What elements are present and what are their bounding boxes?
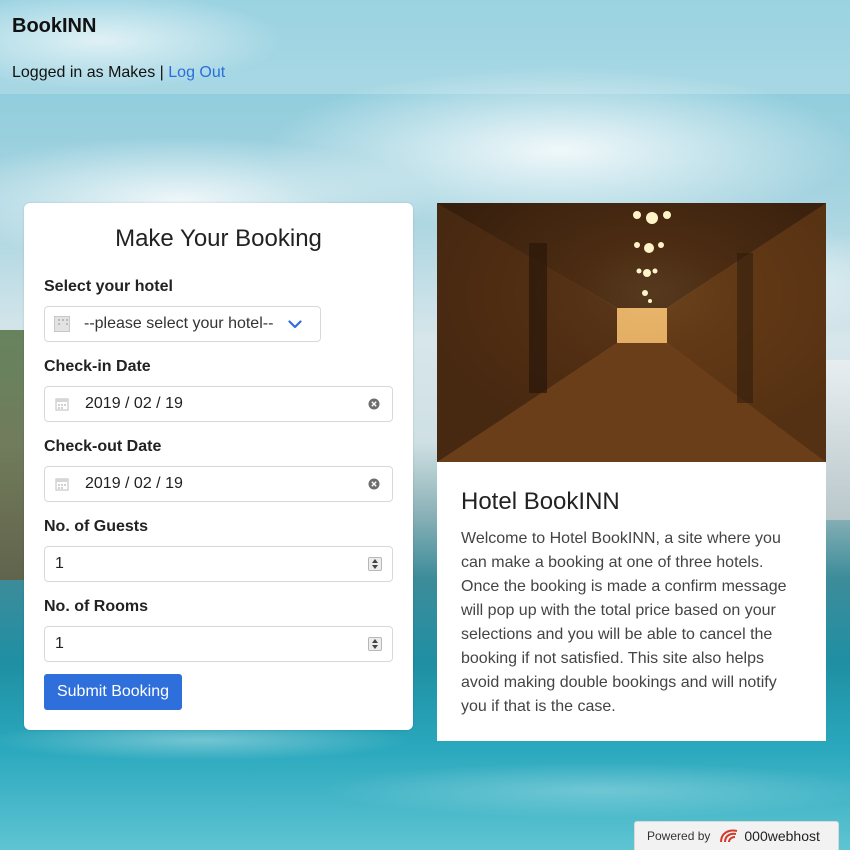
chevron-down-icon bbox=[288, 319, 306, 329]
calendar-icon bbox=[55, 398, 69, 411]
guests-value: 1 bbox=[55, 555, 64, 572]
guests-label: No. of Guests bbox=[44, 518, 149, 535]
powered-by-badge[interactable]: Powered by 000webhost bbox=[634, 821, 839, 850]
powered-by-text: Powered by bbox=[647, 829, 711, 843]
checkin-date-value: 2019 / 02 / 19 bbox=[85, 395, 183, 412]
submit-booking-button[interactable]: Submit Booking bbox=[44, 674, 182, 710]
hotel-info-text: Welcome to Hotel BookINN, a site where y… bbox=[461, 530, 787, 715]
webhost-name: 000webhost bbox=[744, 828, 820, 844]
webhost-logo-icon bbox=[720, 829, 738, 843]
spinner-icon[interactable] bbox=[368, 637, 382, 651]
checkout-label: Check-out Date bbox=[44, 438, 162, 455]
guests-input[interactable]: 1 bbox=[44, 546, 393, 582]
checkout-date-value: 2019 / 02 / 19 bbox=[85, 475, 183, 492]
rooms-value: 1 bbox=[55, 635, 64, 652]
checkout-date-input[interactable]: 2019 / 02 / 19 bbox=[44, 466, 393, 502]
checkin-date-input[interactable]: 2019 / 02 / 19 bbox=[44, 386, 393, 422]
login-status: Logged in as Makes | Log Out bbox=[12, 64, 225, 82]
background-building bbox=[822, 360, 850, 520]
clear-icon[interactable] bbox=[368, 398, 380, 410]
rooms-label: No. of Rooms bbox=[44, 598, 148, 615]
spinner-icon[interactable] bbox=[368, 557, 382, 571]
hotel-select[interactable]: --please select your hotel-- bbox=[44, 306, 321, 342]
hotel-icon bbox=[54, 316, 70, 332]
hallway-image bbox=[437, 203, 826, 462]
booking-title: Make Your Booking bbox=[115, 225, 322, 252]
clear-icon[interactable] bbox=[368, 478, 380, 490]
booking-card: Make Your Booking Select your hotel --pl… bbox=[24, 203, 413, 730]
hotel-select-value: --please select your hotel-- bbox=[84, 315, 274, 332]
hotel-info-card: Hotel BookINN Welcome to Hotel BookINN, … bbox=[437, 203, 826, 741]
rooms-input[interactable]: 1 bbox=[44, 626, 393, 662]
login-text: Logged in as Makes | bbox=[12, 64, 164, 81]
calendar-icon bbox=[55, 478, 69, 491]
logout-link[interactable]: Log Out bbox=[168, 64, 225, 81]
hotel-label: Select your hotel bbox=[44, 278, 173, 295]
top-header: BookINN Logged in as Makes | Log Out bbox=[0, 0, 850, 94]
brand-title: BookINN bbox=[12, 15, 97, 37]
checkin-label: Check-in Date bbox=[44, 358, 151, 375]
hotel-info-title: Hotel BookINN bbox=[461, 488, 620, 515]
